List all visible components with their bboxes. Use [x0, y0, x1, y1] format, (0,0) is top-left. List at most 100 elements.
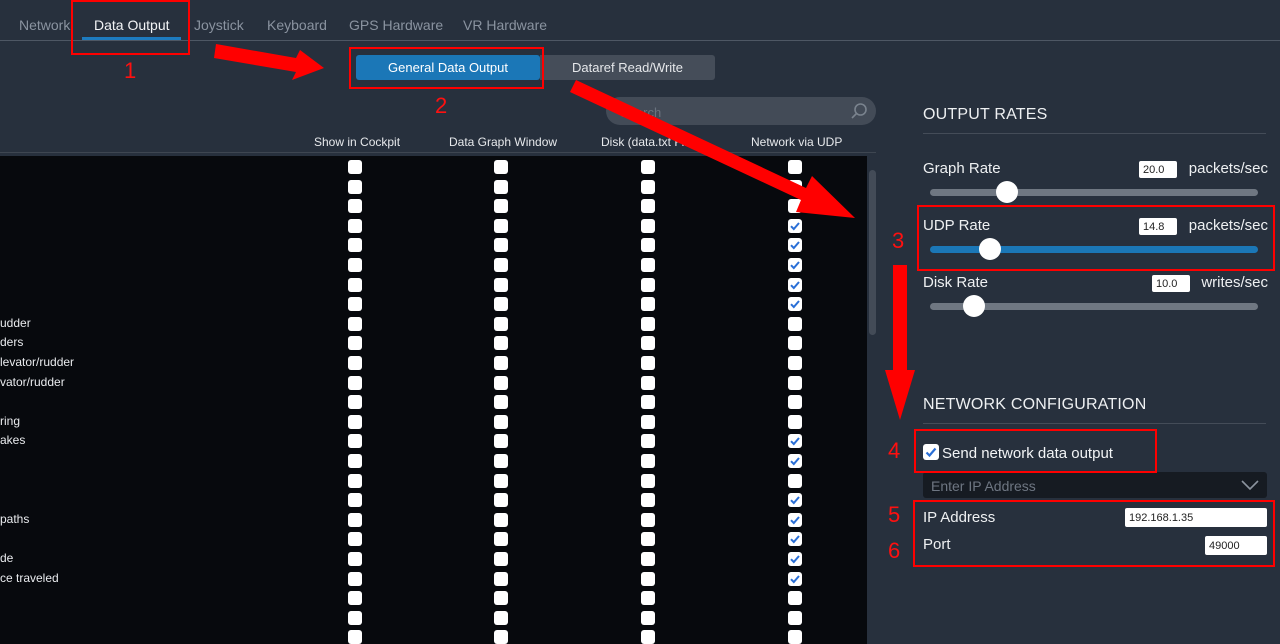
disk-rate-input[interactable]: [1152, 275, 1190, 292]
tab-network[interactable]: Network: [19, 17, 70, 33]
checkbox-data-graph-window[interactable]: [494, 336, 508, 351]
checkbox-network-udp[interactable]: [788, 277, 802, 292]
checkbox-network-udp[interactable]: [788, 199, 802, 214]
tab-gps-hardware[interactable]: GPS Hardware: [349, 17, 443, 33]
checkbox-disk[interactable]: [641, 336, 655, 351]
checkbox-network-udp[interactable]: [788, 395, 802, 410]
checkbox-disk[interactable]: [641, 532, 655, 547]
disk-rate-slider-thumb[interactable]: [962, 295, 985, 317]
checkbox-disk[interactable]: [641, 493, 655, 508]
checkbox-data-graph-window[interactable]: [494, 316, 508, 331]
checkbox-show-in-cockpit[interactable]: [348, 160, 362, 174]
checkbox-network-udp[interactable]: [788, 454, 802, 468]
checkbox-show-in-cockpit[interactable]: [348, 532, 362, 547]
checkbox-network-udp[interactable]: [788, 630, 802, 644]
checkbox-disk[interactable]: [641, 434, 655, 449]
checkbox-show-in-cockpit[interactable]: [348, 610, 362, 625]
checkbox-data-graph-window[interactable]: [494, 238, 508, 253]
checkbox-show-in-cockpit[interactable]: [348, 336, 362, 351]
checkbox-show-in-cockpit[interactable]: [348, 199, 362, 214]
checkbox-disk[interactable]: [641, 375, 655, 390]
checkbox-disk[interactable]: [641, 552, 655, 566]
checkbox-network-udp[interactable]: [788, 160, 802, 174]
checkbox-data-graph-window[interactable]: [494, 199, 508, 214]
checkbox-network-udp[interactable]: [788, 316, 802, 331]
checkbox-show-in-cockpit[interactable]: [348, 297, 362, 312]
checkbox-network-udp[interactable]: [788, 356, 802, 370]
checkbox-disk[interactable]: [641, 297, 655, 312]
checkbox-show-in-cockpit[interactable]: [348, 395, 362, 410]
checkbox-data-graph-window[interactable]: [494, 356, 508, 370]
checkbox-show-in-cockpit[interactable]: [348, 454, 362, 468]
checkbox-show-in-cockpit[interactable]: [348, 277, 362, 292]
checkbox-disk[interactable]: [641, 414, 655, 429]
checkbox-show-in-cockpit[interactable]: [348, 512, 362, 527]
disk-rate-slider[interactable]: [930, 295, 1258, 317]
checkbox-disk[interactable]: [641, 160, 655, 174]
checkbox-data-graph-window[interactable]: [494, 414, 508, 429]
tab-vr-hardware[interactable]: VR Hardware: [463, 17, 547, 33]
checkbox-disk[interactable]: [641, 199, 655, 214]
checkbox-data-graph-window[interactable]: [494, 277, 508, 292]
checkbox-show-in-cockpit[interactable]: [348, 414, 362, 429]
checkbox-network-udp[interactable]: [788, 473, 802, 488]
checkbox-network-udp[interactable]: [788, 434, 802, 449]
checkbox-data-graph-window[interactable]: [494, 630, 508, 644]
checkbox-show-in-cockpit[interactable]: [348, 179, 362, 194]
checkbox-network-udp[interactable]: [788, 610, 802, 625]
checkbox-data-graph-window[interactable]: [494, 160, 508, 174]
checkbox-network-udp[interactable]: [788, 336, 802, 351]
checkbox-show-in-cockpit[interactable]: [348, 375, 362, 390]
checkbox-show-in-cockpit[interactable]: [348, 473, 362, 488]
checkbox-disk[interactable]: [641, 356, 655, 370]
graph-rate-slider-thumb[interactable]: [995, 181, 1018, 203]
checkbox-network-udp[interactable]: [788, 375, 802, 390]
checkbox-network-udp[interactable]: [788, 238, 802, 253]
checkbox-show-in-cockpit[interactable]: [348, 571, 362, 586]
checkbox-network-udp[interactable]: [788, 552, 802, 566]
dataref-read-write-tab[interactable]: Dataref Read/Write: [540, 55, 715, 80]
checkbox-disk[interactable]: [641, 258, 655, 272]
checkbox-data-graph-window[interactable]: [494, 610, 508, 625]
checkbox-network-udp[interactable]: [788, 571, 802, 586]
checkbox-data-graph-window[interactable]: [494, 552, 508, 566]
graph-rate-slider[interactable]: [930, 181, 1258, 203]
checkbox-data-graph-window[interactable]: [494, 375, 508, 390]
checkbox-disk[interactable]: [641, 473, 655, 488]
checkbox-data-graph-window[interactable]: [494, 258, 508, 272]
checkbox-data-graph-window[interactable]: [494, 218, 508, 233]
checkbox-network-udp[interactable]: [788, 532, 802, 547]
checkbox-disk[interactable]: [641, 512, 655, 527]
checkbox-data-graph-window[interactable]: [494, 591, 508, 606]
checkbox-network-udp[interactable]: [788, 258, 802, 272]
search-icon[interactable]: [850, 102, 868, 120]
checkbox-network-udp[interactable]: [788, 179, 802, 194]
list-scrollbar[interactable]: [869, 170, 876, 335]
checkbox-disk[interactable]: [641, 238, 655, 253]
ip-address-dropdown[interactable]: Enter IP Address: [923, 472, 1267, 498]
checkbox-data-graph-window[interactable]: [494, 297, 508, 312]
checkbox-data-graph-window[interactable]: [494, 532, 508, 547]
checkbox-data-graph-window[interactable]: [494, 493, 508, 508]
checkbox-show-in-cockpit[interactable]: [348, 218, 362, 233]
checkbox-disk[interactable]: [641, 316, 655, 331]
tab-keyboard[interactable]: Keyboard: [267, 17, 327, 33]
tab-joystick[interactable]: Joystick: [194, 17, 244, 33]
checkbox-data-graph-window[interactable]: [494, 473, 508, 488]
search-input[interactable]: [618, 101, 842, 123]
checkbox-data-graph-window[interactable]: [494, 512, 508, 527]
checkbox-show-in-cockpit[interactable]: [348, 630, 362, 644]
checkbox-show-in-cockpit[interactable]: [348, 552, 362, 566]
checkbox-disk[interactable]: [641, 591, 655, 606]
checkbox-disk[interactable]: [641, 395, 655, 410]
checkbox-disk[interactable]: [641, 571, 655, 586]
checkbox-network-udp[interactable]: [788, 297, 802, 312]
checkbox-disk[interactable]: [641, 218, 655, 233]
checkbox-show-in-cockpit[interactable]: [348, 316, 362, 331]
checkbox-disk[interactable]: [641, 277, 655, 292]
checkbox-network-udp[interactable]: [788, 493, 802, 508]
graph-rate-input[interactable]: [1139, 161, 1177, 178]
checkbox-disk[interactable]: [641, 630, 655, 644]
checkbox-show-in-cockpit[interactable]: [348, 434, 362, 449]
checkbox-show-in-cockpit[interactable]: [348, 238, 362, 253]
